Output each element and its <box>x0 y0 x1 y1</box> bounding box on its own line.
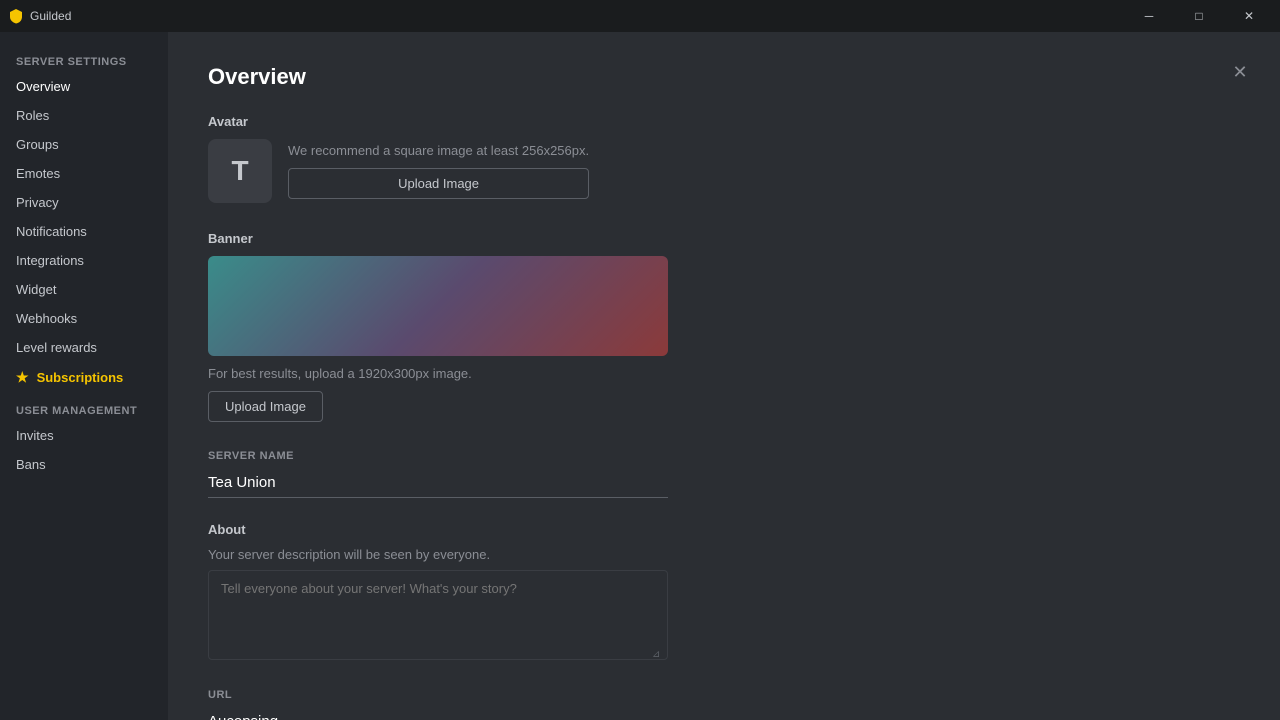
server-name-section: Server name <box>208 450 1240 498</box>
avatar-initial: T <box>231 155 248 187</box>
sidebar-item-label: Privacy <box>16 195 59 210</box>
sidebar-item-label: Bans <box>16 457 46 472</box>
about-textarea-wrapper: ⊿ <box>208 570 668 665</box>
sidebar-item-notifications[interactable]: Notifications <box>0 217 168 246</box>
sidebar-section-title: Server settings <box>0 48 168 72</box>
sidebar-item-label: Roles <box>16 108 49 123</box>
dialog-close-button[interactable]: ✕ <box>1224 56 1256 88</box>
banner-upload-button[interactable]: Upload Image <box>208 391 323 422</box>
banner-hint: For best results, upload a 1920x300px im… <box>208 366 1240 381</box>
sidebar-item-overview[interactable]: Overview <box>0 72 168 101</box>
sidebar-item-level-rewards[interactable]: Level rewards <box>0 333 168 362</box>
avatar-row: T We recommend a square image at least 2… <box>208 139 1240 203</box>
about-textarea[interactable] <box>208 570 668 660</box>
sidebar-item-label: Webhooks <box>16 311 77 326</box>
avatar-upload-button[interactable]: Upload Image <box>288 168 589 199</box>
sidebar-item-widget[interactable]: Widget <box>0 275 168 304</box>
sidebar-item-label: Overview <box>16 79 70 94</box>
sidebar-item-privacy[interactable]: Privacy <box>0 188 168 217</box>
about-section: About Your server description will be se… <box>208 522 1240 665</box>
window-close-button[interactable]: ✕ <box>1226 0 1272 32</box>
banner-preview <box>208 256 668 356</box>
sidebar-item-label: Level rewards <box>16 340 97 355</box>
minimize-button[interactable]: ─ <box>1126 0 1172 32</box>
sidebar-item-emotes[interactable]: Emotes <box>0 159 168 188</box>
sidebar-subsection-user-management: User management <box>0 393 168 421</box>
url-label: URL <box>208 689 1240 701</box>
sidebar-item-roles[interactable]: Roles <box>0 101 168 130</box>
avatar-info: We recommend a square image at least 256… <box>288 143 589 199</box>
sidebar-item-bans[interactable]: Bans <box>0 450 168 479</box>
url-input[interactable] <box>208 707 668 720</box>
avatar-hint: We recommend a square image at least 256… <box>288 143 589 158</box>
titlebar-left: Guilded <box>8 8 71 24</box>
app-body: Server settings Overview Roles Groups Em… <box>0 32 1280 720</box>
sidebar-item-label: Integrations <box>16 253 84 268</box>
sidebar-item-label: Notifications <box>16 224 87 239</box>
banner-label: Banner <box>208 231 1240 246</box>
banner-section: Banner For best results, upload a 1920x3… <box>208 231 1240 422</box>
sidebar-item-integrations[interactable]: Integrations <box>0 246 168 275</box>
sidebar-item-label: Emotes <box>16 166 60 181</box>
sidebar-item-label: Invites <box>16 428 54 443</box>
url-section: URL Allows you to access your server at … <box>208 689 1240 720</box>
sidebar-item-label: Groups <box>16 137 59 152</box>
sidebar-item-label: Widget <box>16 282 56 297</box>
star-icon: ★ <box>16 369 29 386</box>
titlebar: Guilded ─ □ ✕ <box>0 0 1280 32</box>
sidebar-item-webhooks[interactable]: Webhooks <box>0 304 168 333</box>
server-name-label: Server name <box>208 450 1240 462</box>
sidebar-item-invites[interactable]: Invites <box>0 421 168 450</box>
main-content: ✕ Overview Avatar T We recommend a squar… <box>168 32 1280 720</box>
app-title: Guilded <box>30 9 71 23</box>
page-title: Overview <box>208 64 1240 90</box>
sidebar-item-label: Subscriptions <box>37 370 124 385</box>
avatar-preview: T <box>208 139 272 203</box>
maximize-button[interactable]: □ <box>1176 0 1222 32</box>
about-hint: Your server description will be seen by … <box>208 547 1240 562</box>
sidebar: Server settings Overview Roles Groups Em… <box>0 32 168 720</box>
guilded-logo-icon <box>8 8 24 24</box>
resize-handle-icon: ⊿ <box>652 649 664 661</box>
sidebar-item-subscriptions[interactable]: ★ Subscriptions <box>0 362 168 393</box>
about-label: About <box>208 522 1240 537</box>
titlebar-controls: ─ □ ✕ <box>1126 0 1272 32</box>
sidebar-item-groups[interactable]: Groups <box>0 130 168 159</box>
avatar-label: Avatar <box>208 114 1240 129</box>
server-name-input[interactable] <box>208 468 668 498</box>
